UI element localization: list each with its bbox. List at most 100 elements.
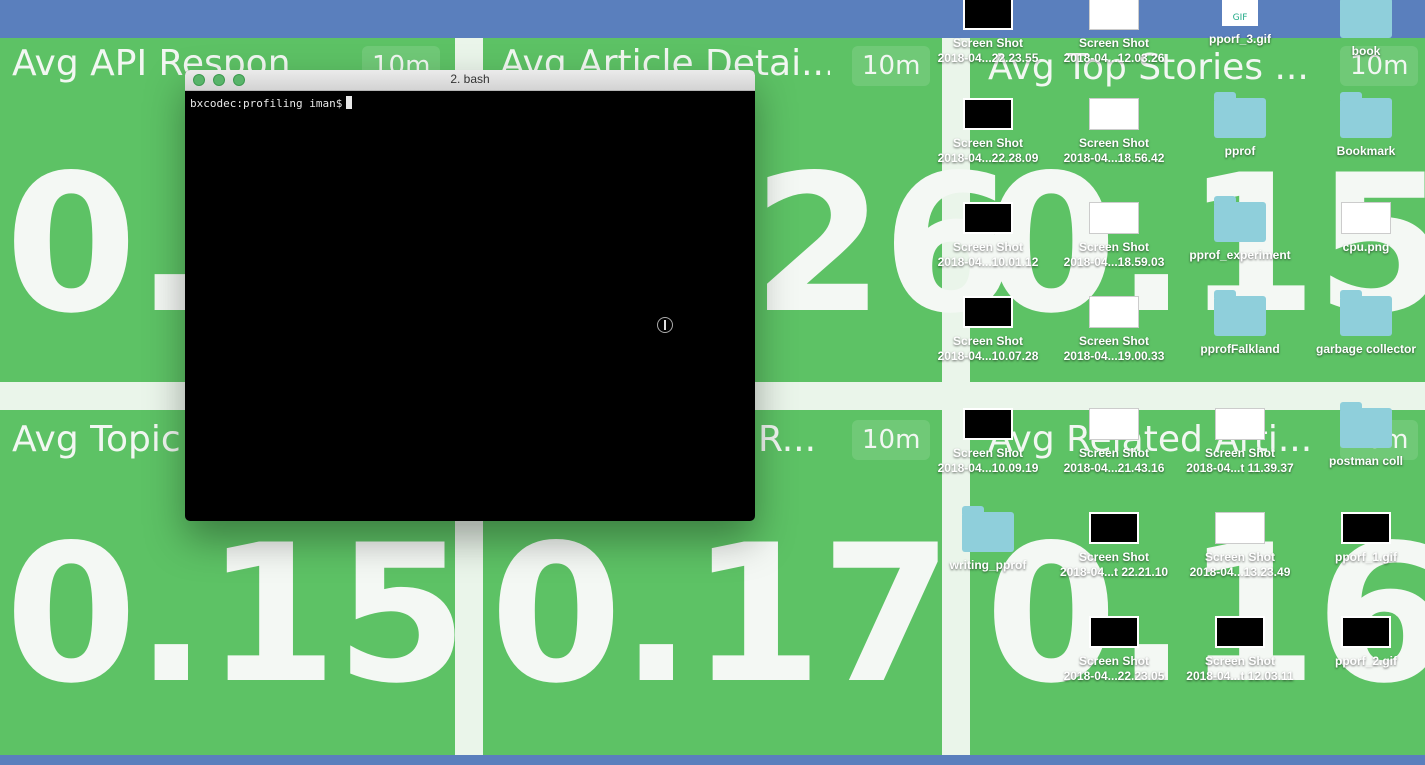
desktop-icon-label: Screen Shot [952,446,1024,460]
screenshot-thumbnail-icon [1089,408,1139,440]
desktop-icon-sublabel: 2018-04...22.28.09 [937,151,1039,165]
folder-icon [962,506,1014,552]
terminal-title-bar[interactable]: 2. bash [185,70,755,91]
desktop-icon[interactable]: GIF pporf_3.gif [1180,0,1300,47]
desktop-icon[interactable]: writing_pprof [928,506,1048,573]
tile-range[interactable]: 10m [852,420,931,460]
desktop-icon-sublabel: 2018-04...10.01.12 [937,255,1039,269]
desktop-icon-sublabel: 2018-04...t 11.39.37 [1186,461,1294,475]
tile-value: 0.15 [5,504,468,725]
desktop-icon[interactable]: Screen Shot 2018-04...22.23.05 [1054,610,1174,684]
desktop-icon-sublabel: 2018-04...18.59.03 [1063,255,1165,269]
desktop-icon[interactable]: cpu.png [1306,196,1425,255]
screenshot-thumbnail-icon [1341,616,1391,648]
desktop-icon-label: Screen Shot [1078,654,1150,668]
desktop-icon-sublabel: 2018-04...19.00.33 [1063,349,1165,363]
screenshot-thumbnail-icon [1215,616,1265,648]
desktop-icon-label: Screen Shot [1078,550,1150,564]
desktop-icon-sublabel: 2018-04...21.43.16 [1063,461,1165,475]
desktop-icon[interactable]: pporf_2.gif [1306,610,1425,669]
screenshot-thumbnail-icon [963,98,1013,130]
screenshot-thumbnail-icon [1215,408,1265,440]
screenshot-thumbnail-icon [963,202,1013,234]
folder-icon [1214,290,1266,336]
desktop-icon-label: pprofFalkland [1200,342,1280,356]
desktop-icon-label: writing_pprof [949,558,1027,572]
desktop-icon[interactable]: Screen Shot 2018-04...19.00.33 [1054,290,1174,364]
screenshot-thumbnail-icon [963,0,1013,30]
desktop-icon[interactable]: Screen Shot 2018-04...10.07.28 [928,290,1048,364]
screenshot-thumbnail-icon [1089,98,1139,130]
folder-icon [1214,196,1266,242]
gif-file-icon: GIF [1222,0,1258,26]
desktop-icon-sublabel: 2018-04...t 22.21.10 [1059,565,1169,579]
desktop-icon-label: Bookmark [1336,144,1396,158]
desktop-icon-label: garbage collector [1315,342,1417,356]
screenshot-thumbnail-icon [963,296,1013,328]
desktop-icon[interactable]: Screen Shot 2018-04...13.23.49 [1180,506,1300,580]
desktop-icon-label: Screen Shot [1204,446,1276,460]
tile-title: Avg Topic [12,419,181,460]
desktop-icon[interactable]: Screen Shot 2018-04...18.56.42 [1054,92,1174,166]
screenshot-thumbnail-icon [1341,512,1391,544]
desktop-icon[interactable]: pporf_1.gif [1306,506,1425,565]
folder-icon [1340,0,1392,38]
desktop-icon[interactable]: Screen Shot 2018-04...21.43.16 [1054,402,1174,476]
desktop-icon-label: Screen Shot [1078,240,1150,254]
terminal-prompt: bxcodec:profiling iman$ [190,97,343,110]
desktop-icon[interactable]: Screen Shot 2018-04...10.01.12 [928,196,1048,270]
desktop-icon-label: Screen Shot [1204,654,1276,668]
desktop-icon[interactable]: Screen Shot 2018-04...t 22.21.10 [1054,506,1174,580]
desktop-icon[interactable]: pprofFalkland [1180,290,1300,357]
desktop-icon[interactable]: Screen Shot 2018-04...12.03.26 [1054,0,1174,66]
desktop-icon-label: pprof [1224,144,1256,158]
desktop-icon-label: pporf_3.gif [1209,32,1271,46]
desktop-icon[interactable]: postman coll [1306,402,1425,469]
desktop-icon[interactable]: Screen Shot 2018-04...22.23.55 [928,0,1048,66]
screenshot-thumbnail-icon [963,408,1013,440]
screenshot-thumbnail-icon [1089,0,1139,30]
desktop-icon-label: Screen Shot [1204,550,1276,564]
desktop-icon-label: Screen Shot [1078,446,1150,460]
desktop-icon[interactable]: Screen Shot 2018-04...10.09.19 [928,402,1048,476]
desktop-icon-label: Screen Shot [952,136,1024,150]
desktop-icon[interactable]: Bookmark [1306,92,1425,159]
desktop-icon-sublabel: 2018-04...22.23.05 [1063,669,1165,683]
desktop-icon-label: Screen Shot [1078,36,1150,50]
screenshot-thumbnail-icon [1089,512,1139,544]
folder-icon [1340,290,1392,336]
terminal-window[interactable]: 2. bash bxcodec:profiling iman$ [185,70,755,521]
terminal-prompt-line[interactable]: bxcodec:profiling iman$ [190,96,353,110]
desktop-icon-label: cpu.png [1342,240,1390,254]
desktop-icon-label: pprof_experiment [1189,248,1291,262]
desktop-icon-sublabel: 2018-04...t 12.03.11 [1186,669,1294,683]
desktop-icon-label: Screen Shot [952,334,1024,348]
text-cursor [346,96,353,109]
desktop-icon[interactable]: Screen Shot 2018-04...18.59.03 [1054,196,1174,270]
desktop-icon-sublabel: 2018-04...22.23.55 [937,51,1039,65]
desktop-icon[interactable]: Screen Shot 2018-04...22.28.09 [928,92,1048,166]
desktop-icon-sublabel: 2018-04...10.07.28 [937,349,1039,363]
tile-range[interactable]: 10m [852,46,931,86]
screenshot-thumbnail-icon [1341,202,1391,234]
dock-strip [0,755,1425,765]
mouse-pointer-icon [657,317,673,333]
screenshot-thumbnail-icon [1089,616,1139,648]
desktop-icon-label: pporf_1.gif [1335,550,1397,564]
desktop-icon-label: book [1351,44,1381,58]
folder-icon [1214,92,1266,138]
desktop-icon[interactable]: garbage collector [1306,290,1425,357]
screenshot-thumbnail-icon [1089,296,1139,328]
desktop-icon[interactable]: Screen Shot 2018-04...t 11.39.37 [1180,402,1300,476]
desktop-icon-label: Screen Shot [952,240,1024,254]
desktop-icon-label: Screen Shot [1078,136,1150,150]
folder-icon [1340,402,1392,448]
desktop-icon[interactable]: Screen Shot 2018-04...t 12.03.11 [1180,610,1300,684]
desktop-icon-label: Screen Shot [1078,334,1150,348]
tile-title: R... [758,419,817,460]
desktop-icon[interactable]: book [1306,0,1425,59]
desktop-icon-sublabel: 2018-04...13.23.49 [1189,565,1291,579]
desktop-icon[interactable]: pprof [1180,92,1300,159]
desktop-icon[interactable]: pprof_experiment [1180,196,1300,263]
desktop-icon-label: Screen Shot [952,36,1024,50]
